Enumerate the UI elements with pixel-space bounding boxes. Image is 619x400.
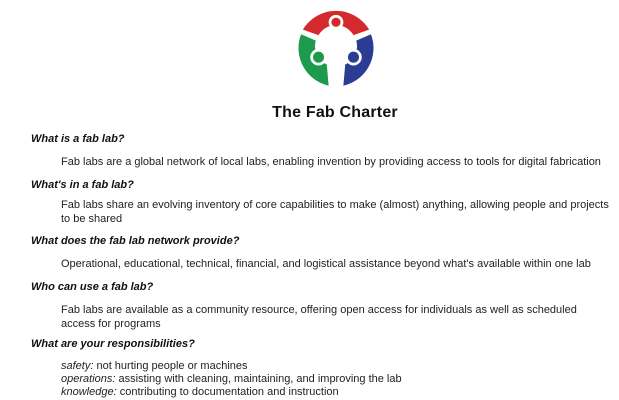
page-title: The Fab Charter xyxy=(272,104,398,121)
section-question-whats-in: What's in a fab lab? xyxy=(31,179,134,191)
section-answer-whats-in: Fab labs share an evolving inventory of … xyxy=(61,199,609,225)
responsibilities-list: safety: not hurting people or machines o… xyxy=(61,360,611,399)
responsibility-term: knowledge: xyxy=(61,386,117,398)
section-question-network-provides: What does the fab lab network provide? xyxy=(31,235,240,247)
responsibility-text: contributing to documentation and instru… xyxy=(116,386,339,398)
section-question-who-can-use: Who can use a fab lab? xyxy=(31,281,154,293)
section-answer-who-can-use: Fab labs are available as a community re… xyxy=(61,304,577,330)
section-question-responsibilities: What are your responsibilities? xyxy=(31,338,195,350)
fab-lab-logo xyxy=(298,10,374,86)
section-question-what-is: What is a fab lab? xyxy=(31,133,125,145)
responsibility-term: operations: xyxy=(61,373,116,385)
responsibility-text: not hurting people or machines xyxy=(93,360,248,372)
responsibility-text: assisting with cleaning, maintaining, an… xyxy=(115,373,402,385)
responsibility-item-operations: operations: assisting with cleaning, mai… xyxy=(61,373,611,386)
responsibility-item-safety: safety: not hurting people or machines xyxy=(61,360,611,373)
responsibility-term: safety: xyxy=(61,360,94,372)
section-answer-network-provides: Operational, educational, technical, fin… xyxy=(61,258,591,270)
section-answer-what-is: Fab labs are a global network of local l… xyxy=(61,156,601,168)
responsibility-item-knowledge: knowledge: contributing to documentation… xyxy=(61,386,611,399)
